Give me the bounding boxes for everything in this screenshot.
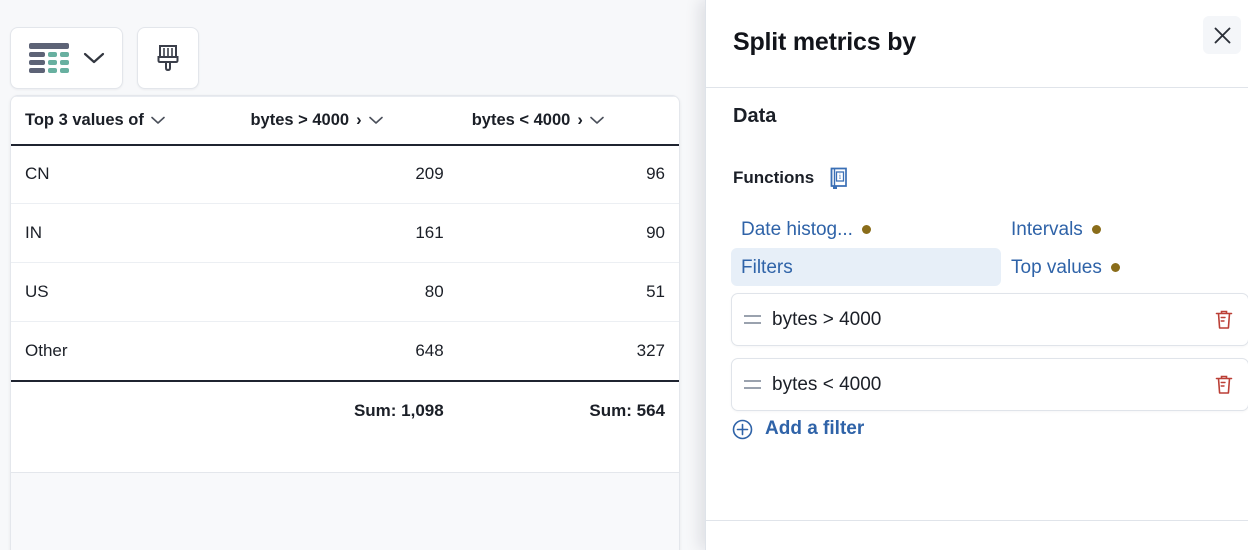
table-foot: Sum: 1,098 Sum: 564	[11, 379, 679, 440]
filter-row[interactable]: bytes > 4000	[731, 293, 1248, 346]
chart-toolbar	[10, 27, 199, 89]
cell-metric-2: 51	[457, 262, 679, 322]
visualization-type-button[interactable]	[10, 27, 123, 89]
flyout-header: Split metrics by	[706, 0, 1248, 88]
chevron-down-icon	[83, 52, 104, 64]
plus-circle-icon	[732, 419, 753, 439]
table-pagination-area	[11, 472, 679, 550]
cell-dimension: IN	[11, 203, 237, 263]
summary-metric-2: Sum: 564	[457, 379, 679, 440]
table-grid-icon	[28, 43, 69, 73]
table-summary-row: Sum: 1,098 Sum: 564	[11, 379, 679, 440]
table-body: CN 209 96 IN 161 90 US 80 51 Other 648 3…	[11, 145, 679, 381]
function-option-date-histogram[interactable]: Date histog...	[731, 210, 1001, 248]
app-root: Top 3 values of bytes > 4000 › bytes < 4…	[0, 0, 1248, 550]
cell-metric-1: 648	[236, 321, 458, 381]
split-metrics-flyout: Split metrics by Data Functions i Date h…	[705, 0, 1248, 550]
trash-icon	[1215, 375, 1233, 394]
cell-metric-1: 209	[415, 164, 444, 184]
delete-filter-button[interactable]	[1200, 294, 1248, 345]
summary-metric-1: Sum: 1,098	[236, 379, 458, 440]
functions-label: Functions	[733, 168, 815, 187]
function-option-filters[interactable]: Filters	[731, 248, 1001, 286]
functions-options-grid: Date histog... Intervals Filters Top val…	[731, 210, 1189, 286]
cell-metric-2: 96	[646, 164, 665, 184]
column-header-suffix: ›	[356, 110, 362, 129]
column-header-label: bytes < 4000	[471, 110, 571, 129]
function-status-dot	[1091, 224, 1101, 234]
close-flyout-button[interactable]	[1203, 16, 1241, 54]
drag-handle-icon[interactable]	[732, 380, 772, 389]
column-header-metric-1[interactable]: bytes > 4000 ›	[236, 96, 458, 146]
table-header-row: Top 3 values of bytes > 4000 › bytes < 4…	[11, 96, 679, 146]
function-status-dot	[861, 224, 871, 234]
table-row: CN 209 96	[11, 145, 679, 204]
function-label: Intervals	[1011, 218, 1083, 240]
table-row: US 80 51	[11, 262, 679, 322]
style-brush-button[interactable]	[137, 27, 199, 89]
drag-handle-icon[interactable]	[732, 315, 772, 324]
chevron-down-icon[interactable]	[151, 116, 165, 125]
function-option-top-values[interactable]: Top values	[1001, 248, 1189, 286]
function-label: Filters	[741, 256, 793, 278]
delete-filter-button[interactable]	[1200, 359, 1248, 410]
data-section-heading: Data	[733, 105, 777, 127]
flyout-footer	[706, 520, 1248, 550]
functions-row: Functions i	[733, 166, 850, 190]
summary-dimension	[11, 379, 237, 440]
trash-icon	[1215, 310, 1233, 329]
filter-list: bytes > 4000 bytes < 4000	[731, 293, 1248, 423]
cell-dimension: US	[11, 262, 237, 322]
column-header-label: Top 3 values of	[25, 110, 144, 129]
cell-metric-1: 80	[236, 262, 458, 322]
function-label: Top values	[1011, 256, 1102, 278]
filter-label: bytes < 4000	[772, 373, 882, 395]
chevron-down-icon[interactable]	[590, 116, 604, 125]
chevron-down-icon[interactable]	[368, 116, 383, 125]
add-filter-button[interactable]: Add a filter	[732, 418, 864, 440]
cell-metric-2: 327	[457, 321, 679, 381]
table-row: Other 648 327	[11, 321, 679, 381]
function-status-dot	[1110, 262, 1120, 272]
metrics-table: Top 3 values of bytes > 4000 › bytes < 4…	[11, 96, 679, 440]
flyout-title: Split metrics by	[733, 28, 916, 56]
book-info-icon[interactable]: i	[828, 166, 850, 190]
data-table-panel: Top 3 values of bytes > 4000 › bytes < 4…	[10, 95, 680, 550]
cell-dimension: CN	[25, 164, 50, 184]
column-header-metric-2[interactable]: bytes < 4000 ›	[457, 96, 679, 146]
function-label: Date histog...	[741, 218, 853, 240]
column-header-suffix: ›	[577, 110, 583, 129]
function-option-intervals[interactable]: Intervals	[1001, 210, 1189, 248]
cell-metric-1: 161	[236, 203, 458, 263]
column-header-dimension[interactable]: Top 3 values of	[11, 96, 237, 146]
close-icon	[1214, 27, 1230, 43]
flyout-body: Data Functions i Date histog... Interval…	[706, 88, 1248, 520]
add-filter-label: Add a filter	[765, 418, 865, 439]
cell-metric-2: 90	[457, 203, 679, 263]
filter-label: bytes > 4000	[772, 308, 882, 330]
column-header-label: bytes > 4000	[250, 110, 350, 129]
table-row: IN 161 90	[11, 203, 679, 263]
table-head: Top 3 values of bytes > 4000 › bytes < 4…	[11, 96, 679, 146]
filter-row[interactable]: bytes < 4000	[731, 358, 1248, 411]
cell-dimension: Other	[11, 321, 237, 381]
visualization-area: Top 3 values of bytes > 4000 › bytes < 4…	[0, 0, 705, 550]
brush-icon	[157, 45, 179, 72]
